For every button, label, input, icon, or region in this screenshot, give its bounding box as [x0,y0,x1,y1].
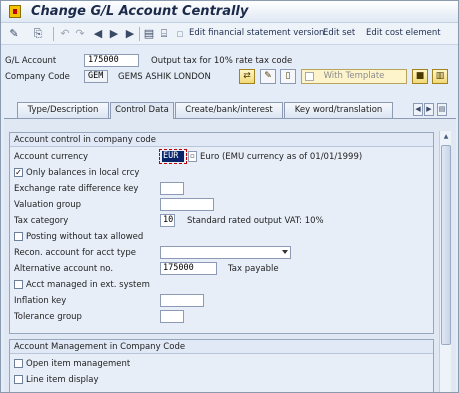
tab-scroll-left-button[interactable]: ◀ [413,103,423,116]
document-icon: ▯ [285,71,291,81]
exchange-rate-key-field[interactable] [160,182,184,195]
chevron-down-icon [282,250,288,254]
scroll-up-icon[interactable]: ▲ [441,132,451,142]
previous-icon[interactable]: ◀ [91,27,105,40]
recon-account-dropdown[interactable] [160,246,291,259]
window-title: Change G/L Account Centrally [31,4,249,19]
gl-account-label: G/L Account [5,56,57,66]
gl-account-description: Output tax for 10% rate tax code [151,56,293,66]
posting-without-tax-label: Posting without tax allowed [26,232,144,242]
recon-account-label: Recon. account for acct type [14,248,136,258]
print-icon[interactable]: ▤ [142,27,156,40]
inflation-key-field[interactable] [160,294,204,307]
valuation-group-field[interactable] [160,198,214,211]
line-item-checkbox[interactable] [14,375,23,384]
trash-button[interactable]: ▥ [432,69,448,84]
undo-icon[interactable]: ↶ [58,27,72,40]
pencil-icon: ✎ [264,71,272,81]
tab-scroll-right-button[interactable]: ▶ [424,103,434,116]
compare-button[interactable]: ⇄ [239,69,255,84]
acct-managed-ext-label: Acct managed in ext. system [26,280,150,290]
company-code-label: Company Code [5,72,70,82]
create-button[interactable]: ▯ [280,69,296,84]
last-icon[interactable]: ▶ [123,27,137,40]
tab-control-data[interactable]: Control Data [110,102,174,119]
edit-set-link[interactable]: Edit set [323,28,355,38]
tree-icon[interactable]: ⌸ [157,27,171,40]
alternative-account-description: Tax payable [228,264,279,274]
account-control-title: Account control in company code [10,133,433,147]
line-item-label: Line item display [26,375,99,385]
only-balances-checkbox[interactable]: ✓ [14,168,23,177]
sap-window: Change G/L Account Centrally ✎ ⎘ ↶ ↷ ◀ ▶… [0,0,459,393]
toolbar-separator [139,27,140,41]
open-item-label: Open item management [26,359,131,369]
account-currency-description: Euro (EMU currency as of 01/01/1999) [200,152,363,162]
open-item-checkbox[interactable] [14,359,23,368]
posting-without-tax-checkbox[interactable] [14,232,23,241]
company-code-field[interactable]: GEM [84,70,108,83]
display-change-icon[interactable]: ✎ [7,27,21,40]
edit-fs-version-link[interactable]: Edit financial statement version [189,28,324,38]
account-currency-value: EUR [162,151,184,162]
with-template-button[interactable]: With Template [301,69,407,84]
tax-category-description: Standard rated output VAT: 10% [187,216,324,226]
edit-button[interactable]: ✎ [260,69,276,84]
tax-category-field[interactable]: 10 [160,214,175,227]
only-balances-label: Only balances in local crcy [26,168,140,178]
trash-icon: ▥ [435,71,445,81]
valuation-group-label: Valuation group [14,200,81,210]
next-icon[interactable]: ▶ [107,27,121,40]
account-currency-label: Account currency [14,152,89,162]
acct-managed-ext-checkbox[interactable] [14,280,23,289]
company-code-description: GEMS ASHIK LONDON [118,72,211,82]
lock-icon: ■ [415,71,425,81]
tax-category-label: Tax category [14,216,69,226]
value-help-icon: ▫ [190,152,195,160]
tab-strip: Type/Description Control Data Create/ban… [9,102,454,119]
alternative-account-field[interactable]: 175000 [160,262,217,275]
account-management-title: Account Management in Company Code [10,340,433,354]
template-icon [305,72,314,81]
inflation-key-label: Inflation key [14,296,67,306]
exchange-rate-key-label: Exchange rate difference key [14,184,139,194]
tab-list-button[interactable]: ▤ [437,103,447,116]
gl-account-field[interactable]: 175000 [84,54,139,67]
lock-button[interactable]: ■ [412,69,428,84]
tab-type-description[interactable]: Type/Description [17,102,109,118]
value-help-button[interactable]: ▫ [188,151,197,162]
scrollbar-thumb[interactable] [441,145,451,345]
other-object-icon[interactable]: ⎘ [31,27,45,40]
delete-icon[interactable]: ▫ [173,27,187,40]
application-toolbar: ✎ ⎘ ↶ ↷ ◀ ▶ ▶ ▤ ⌸ ▫ Edit financial state… [1,23,458,45]
tab-create-bank-interest[interactable]: Create/bank/interest [175,102,283,118]
toolbar-separator [53,27,54,41]
compare-icon: ⇄ [243,71,251,81]
account-currency-field[interactable]: EUR [159,149,187,164]
redo-icon[interactable]: ↷ [73,27,87,40]
edit-cost-element-link[interactable]: Edit cost element [366,28,441,38]
transaction-icon [9,5,21,18]
alternative-account-label: Alternative account no. [14,264,114,274]
tab-key-word-translation[interactable]: Key word/translation [284,102,393,118]
tolerance-group-field[interactable] [160,310,184,323]
tolerance-group-label: Tolerance group [14,312,82,322]
vertical-scrollbar[interactable]: ▲ [439,131,451,392]
title-bar: Change G/L Account Centrally [1,1,458,23]
